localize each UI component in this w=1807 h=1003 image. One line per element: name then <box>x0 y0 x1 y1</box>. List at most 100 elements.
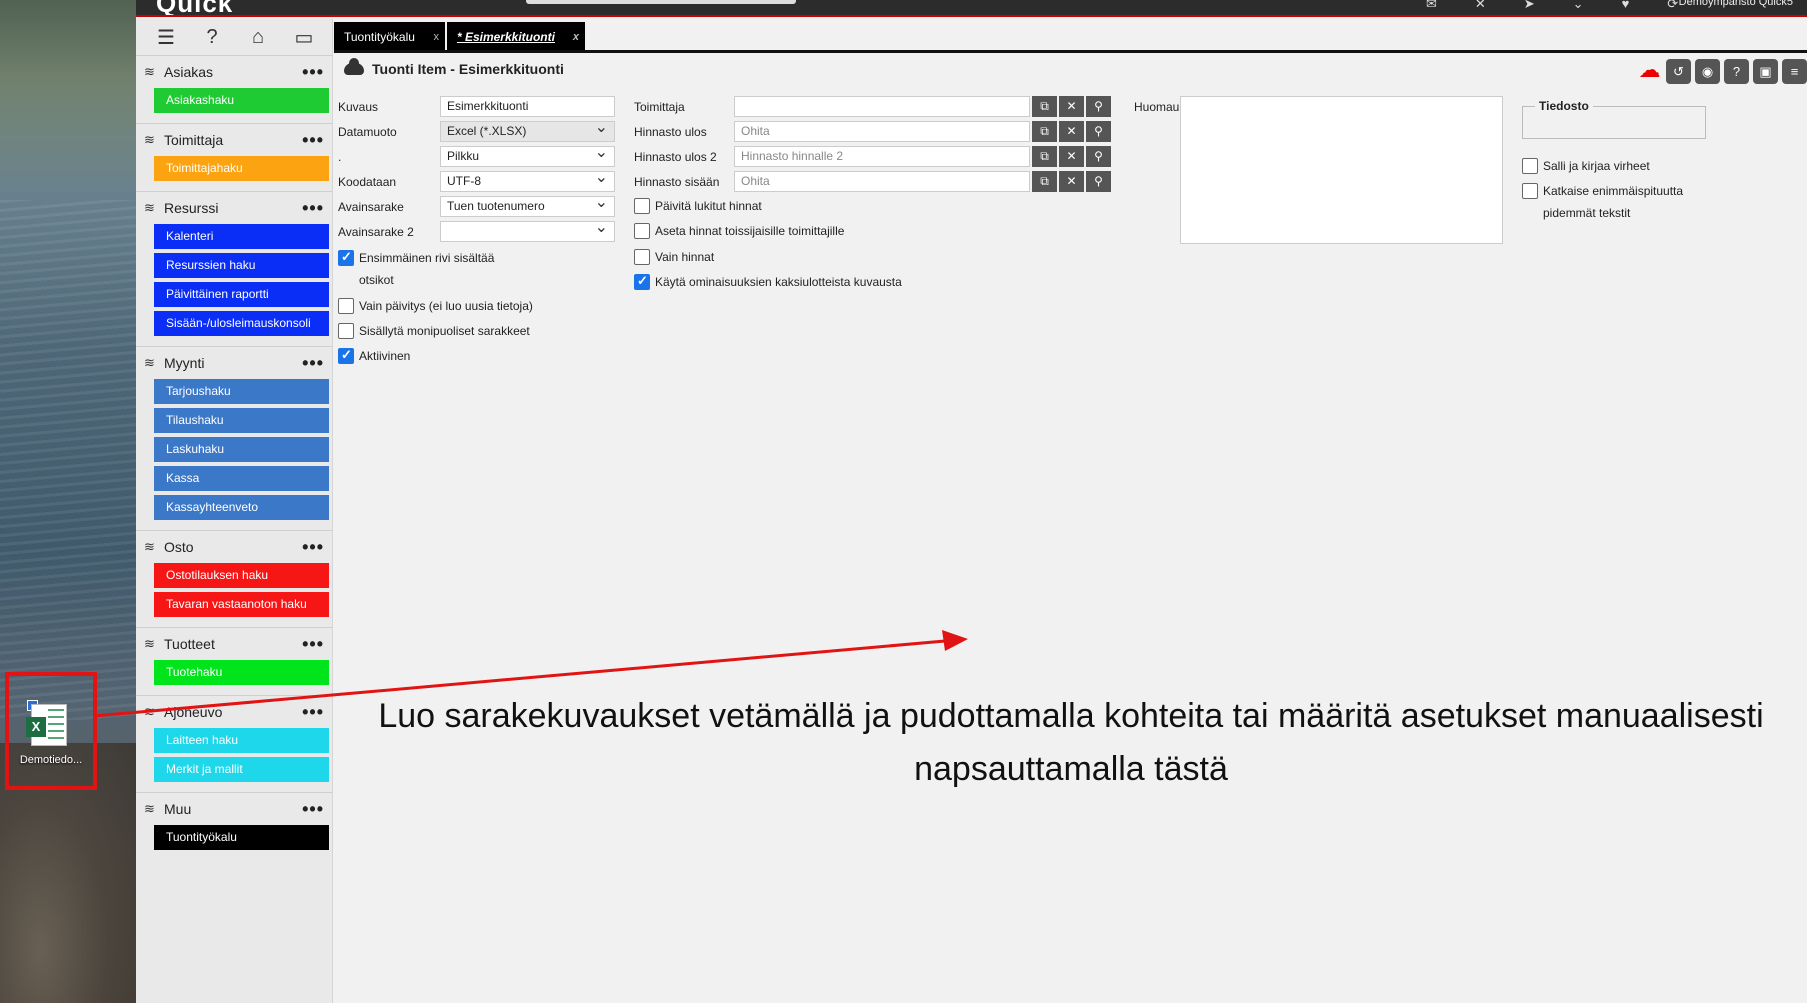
avainsarake-select[interactable]: Tuen tuotenumero <box>440 193 615 217</box>
checkbox-box[interactable] <box>634 273 650 290</box>
hinnasto-ulos2-input[interactable]: Hinnasto hinnalle 2 <box>734 146 1030 167</box>
search-icon[interactable]: ⚲ <box>1086 121 1111 142</box>
nav-section-header[interactable]: ≋ Muu ••• <box>136 797 332 821</box>
checkbox-box[interactable] <box>338 347 354 364</box>
window-icon[interactable]: ▭ <box>292 25 316 49</box>
desktop-excel-file[interactable]: X Demotiedo... <box>5 672 97 790</box>
nav-kalenteri[interactable]: Kalenteri <box>154 224 329 249</box>
koodataan-select[interactable]: UTF-8 <box>440 168 615 192</box>
checkbox-box[interactable] <box>634 249 650 265</box>
close-icon[interactable]: x <box>573 22 579 52</box>
nav-tavaran-vastaanotto[interactable]: Tavaran vastaanoton haku <box>154 592 329 617</box>
global-search-input[interactable] <box>526 0 796 4</box>
checkbox-salli-virheet[interactable]: Salli ja kirjaa virheet <box>1522 158 1650 174</box>
more-icon[interactable]: ••• <box>302 130 324 151</box>
hinnasto-sisaan-input[interactable]: Ohita <box>734 171 1030 192</box>
hinnasto-ulos-input[interactable]: Ohita <box>734 121 1030 142</box>
nav-section-header[interactable]: ≋ Tuotteet ••• <box>136 632 332 656</box>
clear-icon[interactable]: ✕ <box>1059 146 1084 167</box>
open-link-icon[interactable]: ⧉ <box>1032 146 1057 167</box>
home-icon[interactable]: ⌂ <box>246 25 270 49</box>
toimittaja-input[interactable] <box>734 96 1030 117</box>
huomau-textarea[interactable] <box>1180 96 1503 244</box>
save-icon[interactable]: ▣ <box>1753 59 1778 84</box>
help-icon[interactable]: ? <box>200 25 224 49</box>
search-icon[interactable]: ⚲ <box>1086 96 1111 117</box>
nav-tilaushaku[interactable]: Tilaushaku <box>154 408 329 433</box>
checkbox-katkaise[interactable]: Katkaise enimmäispituutta pidemmät tekst… <box>1522 183 1692 224</box>
nav-section-header[interactable]: ≋ Asiakas ••• <box>136 60 332 84</box>
nav-paivittainen-raportti[interactable]: Päivittäinen raportti <box>154 282 329 307</box>
more-icon[interactable]: ••• <box>302 799 324 820</box>
clear-icon[interactable]: ✕ <box>1059 121 1084 142</box>
desktop-background <box>0 0 136 1003</box>
more-icon[interactable]: ••• <box>302 634 324 655</box>
checkbox-monipuoliset[interactable]: Sisällytä monipuoliset sarakkeet <box>338 323 530 339</box>
tab-esimerkkituonti[interactable]: * Esimerkkituonti x <box>446 22 585 52</box>
nav-laskuhaku[interactable]: Laskuhaku <box>154 437 329 462</box>
more-icon[interactable]: ••• <box>302 198 324 219</box>
checkbox-box[interactable] <box>338 298 354 314</box>
nav-section-header[interactable]: ≋ Ajoneuvo ••• <box>136 700 332 724</box>
checkbox-box[interactable] <box>634 223 650 239</box>
huomau-label: Huomau <box>1134 100 1180 114</box>
checkbox-toissijaiset[interactable]: Aseta hinnat toissijaisille toimittajill… <box>634 223 844 239</box>
nav-toimittajahaku[interactable]: Toimittajahaku <box>154 156 329 181</box>
checkbox-vain-paivitys[interactable]: Vain päivitys (ei luo uusia tietoja) <box>338 298 533 314</box>
checkbox-box[interactable] <box>1522 158 1538 174</box>
drop-hint[interactable]: Luo sarakekuvaukset vetämällä ja pudotta… <box>336 690 1806 796</box>
nav-kassa[interactable]: Kassa <box>154 466 329 491</box>
nav-merkit-ja-mallit[interactable]: Merkit ja mallit <box>154 757 329 782</box>
checkbox-box[interactable] <box>338 323 354 339</box>
checkbox-vain-hinnat[interactable]: Vain hinnat <box>634 249 714 265</box>
clear-icon[interactable]: ✕ <box>1059 171 1084 192</box>
tiedosto-fieldset[interactable]: Tiedosto <box>1522 99 1706 139</box>
nav-tuontityokalu[interactable]: Tuontityökalu <box>154 825 329 850</box>
checkbox-box[interactable] <box>634 198 650 214</box>
help-icon[interactable]: ? <box>1724 59 1749 84</box>
checkbox-box[interactable] <box>338 249 354 266</box>
nav-tarjoushaku[interactable]: Tarjoushaku <box>154 379 329 404</box>
nav-laitteen-haku[interactable]: Laitteen haku <box>154 728 329 753</box>
kuvaus-input[interactable]: Esimerkkituonti <box>440 96 615 117</box>
menu-icon[interactable]: ≡ <box>1782 59 1807 84</box>
hinnasto-ulos-label: Hinnasto ulos <box>634 125 707 139</box>
open-link-icon[interactable]: ⧉ <box>1032 121 1057 142</box>
datamuoto-select[interactable]: Excel (*.XLSX) <box>440 118 615 142</box>
upload-cloud-icon[interactable]: ☁ <box>1637 59 1662 84</box>
close-icon[interactable]: x <box>433 22 439 52</box>
topbar-icons[interactable]: ✉✕➤⌄♥⟳ <box>1426 0 1716 12</box>
nav-tuotehaku[interactable]: Tuotehaku <box>154 660 329 685</box>
avainsarake2-select[interactable] <box>440 218 615 242</box>
search-icon[interactable]: ⚲ <box>1086 146 1111 167</box>
checkbox-ensimmainen-rivi[interactable]: Ensimmäinen rivi sisältää otsikot <box>338 249 518 291</box>
open-link-icon[interactable]: ⧉ <box>1032 171 1057 192</box>
nav-section-header[interactable]: ≋ Toimittaja ••• <box>136 128 332 152</box>
checkbox-aktiivinen[interactable]: Aktiivinen <box>338 347 410 364</box>
nav-ostotilauksen-haku[interactable]: Ostotilauksen haku <box>154 563 329 588</box>
collapse-menu-icon[interactable]: ☰ <box>154 25 178 49</box>
more-icon[interactable]: ••• <box>302 353 324 374</box>
more-icon[interactable]: ••• <box>302 62 324 83</box>
robot-icon[interactable]: ◉ <box>1695 59 1720 84</box>
nav-asiakashaku[interactable]: Asiakashaku <box>154 88 329 113</box>
more-icon[interactable]: ••• <box>302 702 324 723</box>
more-icon[interactable]: ••• <box>302 537 324 558</box>
nav-section-header[interactable]: ≋ Myynti ••• <box>136 351 332 375</box>
history-icon[interactable]: ↺ <box>1666 59 1691 84</box>
search-icon[interactable]: ⚲ <box>1086 171 1111 192</box>
tab-tuontityokalu[interactable]: Tuontityökalu x <box>334 22 445 50</box>
page-title-text: Tuonti Item - Esimerkkituonti <box>372 61 564 77</box>
checkbox-kaksiulotteinen[interactable]: Käytä ominaisuuksien kaksiulotteista kuv… <box>634 273 902 290</box>
nav-section-header[interactable]: ≋ Resurssi ••• <box>136 196 332 220</box>
nav-resurssien-haku[interactable]: Resurssien haku <box>154 253 329 278</box>
open-link-icon[interactable]: ⧉ <box>1032 96 1057 117</box>
checkbox-box[interactable] <box>1522 183 1538 199</box>
clear-icon[interactable]: ✕ <box>1059 96 1084 117</box>
separator-select[interactable]: Pilkku <box>440 143 615 167</box>
checkbox-paivita-lukitut[interactable]: Päivitä lukitut hinnat <box>634 198 762 214</box>
hint-line-2: napsauttamalla tästä <box>914 750 1228 788</box>
nav-section-header[interactable]: ≋ Osto ••• <box>136 535 332 559</box>
nav-leimauskonsoli[interactable]: Sisään-/ulosleimauskonsoli <box>154 311 329 336</box>
nav-kassayhteenveto[interactable]: Kassayhteenveto <box>154 495 329 520</box>
